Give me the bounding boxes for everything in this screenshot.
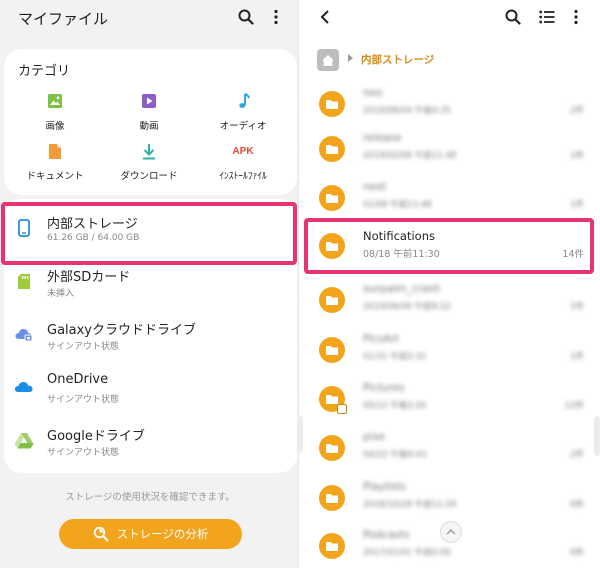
storage-status: サインアウト状態 [47, 448, 120, 458]
list-view-icon[interactable] [537, 7, 557, 27]
my-files-panel: マイファイル カテゴリ 画像 動画 オーディオ ドキュメント ダウンロード AP… [0, 0, 300, 568]
right-header [303, 0, 600, 34]
folder-name: next [363, 181, 387, 193]
folder-icon [319, 287, 345, 313]
download-icon [139, 141, 159, 161]
breadcrumb-arrow-icon [348, 54, 353, 62]
folder-count: 0件 [570, 500, 584, 510]
folder-count: 1件 [570, 200, 584, 210]
folder-name: pixe [363, 431, 385, 443]
folder-name: Pictures [363, 382, 405, 394]
back-icon[interactable] [315, 7, 335, 27]
app-title: マイファイル [18, 10, 109, 28]
folder-count: 1件 [570, 352, 584, 362]
folder-date: 04/22 午後9:43 [363, 450, 427, 460]
storage-name: Galaxyクラウドドライブ [47, 323, 197, 338]
folder-date: 01/08 午前11:48 [363, 200, 432, 210]
more-options-icon[interactable] [266, 7, 286, 27]
folder-icon [319, 185, 345, 211]
category-install-files[interactable]: APK ｲﾝｽﾄｰﾙﾌｧｲﾙ [198, 141, 288, 183]
folder-row[interactable]: neo 2019/06/04 午後4:35 2件 [303, 82, 600, 132]
breadcrumb: 内部ストレージ [303, 44, 600, 76]
sd-card-icon [14, 271, 34, 291]
folder-date: 2019/06/06 午前9:22 [363, 302, 451, 312]
onedrive-icon [14, 377, 34, 397]
folder-count: 1件 [570, 151, 584, 161]
folder-icon [319, 435, 345, 461]
folder-icon [319, 485, 345, 511]
storage-name: OneDrive [47, 372, 109, 387]
folder-row[interactable]: PicsArt 01/31 午前2:31 1件 [303, 328, 600, 378]
storage-usage-note: ストレージの使用状況を確認できます。 [65, 492, 235, 503]
category-downloads[interactable]: ダウンロード [104, 141, 194, 182]
audio-icon [233, 91, 253, 111]
scroll-up-button[interactable] [440, 521, 462, 543]
folder-row[interactable]: Pictures 05/12 午後2:20 12件 [303, 377, 600, 427]
folder-name: Podcasts [363, 529, 410, 541]
storage-status: サインアウト状態 [47, 342, 120, 352]
storage-name: 外部SDカード [47, 270, 131, 285]
storage-item-galaxy-cloud[interactable]: Galaxyクラウドドライブ サインアウト状態 [4, 310, 297, 362]
storage-name: Googleドライブ [47, 429, 145, 444]
folder-row[interactable]: ourpalm_crash 2019/06/06 午前9:22 1件 [303, 278, 600, 328]
highlight-notifications-folder [304, 218, 594, 274]
folder-name: PicsArt [363, 333, 399, 345]
folder-icon [319, 91, 345, 117]
search-icon[interactable] [236, 7, 256, 27]
folder-icon [319, 337, 345, 363]
folder-icon [319, 386, 347, 414]
storage-item-google-drive[interactable]: Googleドライブ サインアウト状態 [4, 416, 297, 468]
folder-name: neo [363, 87, 383, 99]
screen: マイファイル カテゴリ 画像 動画 オーディオ ドキュメント ダウンロード AP… [0, 0, 600, 568]
image-icon [45, 91, 65, 111]
analyze-storage-button[interactable]: ストレージの分析 [59, 519, 242, 549]
storage-item-onedrive[interactable]: OneDrive サインアウト状態 [4, 363, 297, 415]
more-options-icon[interactable] [566, 7, 586, 27]
folder-icon [319, 136, 345, 162]
storage-status: サインアウト状態 [47, 395, 120, 405]
folder-date: 05/12 午後2:20 [363, 401, 427, 411]
folder-icon [319, 533, 345, 559]
analyze-icon [93, 526, 109, 542]
category-documents[interactable]: ドキュメント [10, 141, 100, 182]
video-icon [139, 91, 159, 111]
category-audio[interactable]: オーディオ [198, 91, 288, 132]
folder-date: 2019/02/06 午前11:48 [363, 151, 457, 161]
folder-name: release [363, 132, 402, 144]
edge-panel-handle-right[interactable] [594, 416, 600, 456]
folder-row[interactable]: release 2019/02/06 午前11:48 1件 [303, 127, 600, 177]
highlight-internal-storage [1, 202, 297, 265]
categories-card: カテゴリ 画像 動画 オーディオ ドキュメント ダウンロード APK ｲﾝｽﾄｰ… [4, 49, 297, 195]
apk-icon: APK [232, 145, 254, 157]
folder-date: 2018/10/28 午前11:29 [363, 500, 457, 510]
folder-count: 2件 [570, 450, 584, 460]
internal-storage-panel: 内部ストレージ neo 2019/06/04 午後4:35 2件 release 201… [303, 0, 600, 568]
folder-count: 2件 [570, 106, 584, 116]
folder-count: 0件 [570, 548, 584, 558]
folder-row[interactable]: pixe 04/22 午後9:43 2件 [303, 426, 600, 476]
search-icon[interactable] [503, 7, 523, 27]
folder-date: 2017/01/01 午前0:00 [363, 548, 451, 558]
folder-date: 01/31 午前2:31 [363, 352, 427, 362]
cloud-icon [14, 324, 34, 344]
folder-count: 1件 [570, 302, 584, 312]
badge-icon [337, 404, 347, 414]
folder-name: ourpalm_crash [363, 283, 441, 295]
home-icon[interactable] [317, 49, 339, 71]
folder-row[interactable]: Playlists 2018/10/28 午前11:29 0件 [303, 476, 600, 526]
folder-date: 2019/06/04 午後4:35 [363, 106, 451, 116]
category-images[interactable]: 画像 [10, 91, 100, 132]
categories-title: カテゴリ [18, 64, 71, 79]
folder-name: Playlists [363, 481, 406, 493]
folder-count: 12件 [564, 401, 584, 411]
storage-status: 未挿入 [47, 289, 75, 299]
category-videos[interactable]: 動画 [104, 91, 194, 132]
breadcrumb-current[interactable]: 内部ストレージ [361, 52, 434, 67]
google-drive-icon [14, 430, 34, 450]
document-icon [45, 141, 65, 161]
left-header: マイファイル [0, 0, 300, 34]
